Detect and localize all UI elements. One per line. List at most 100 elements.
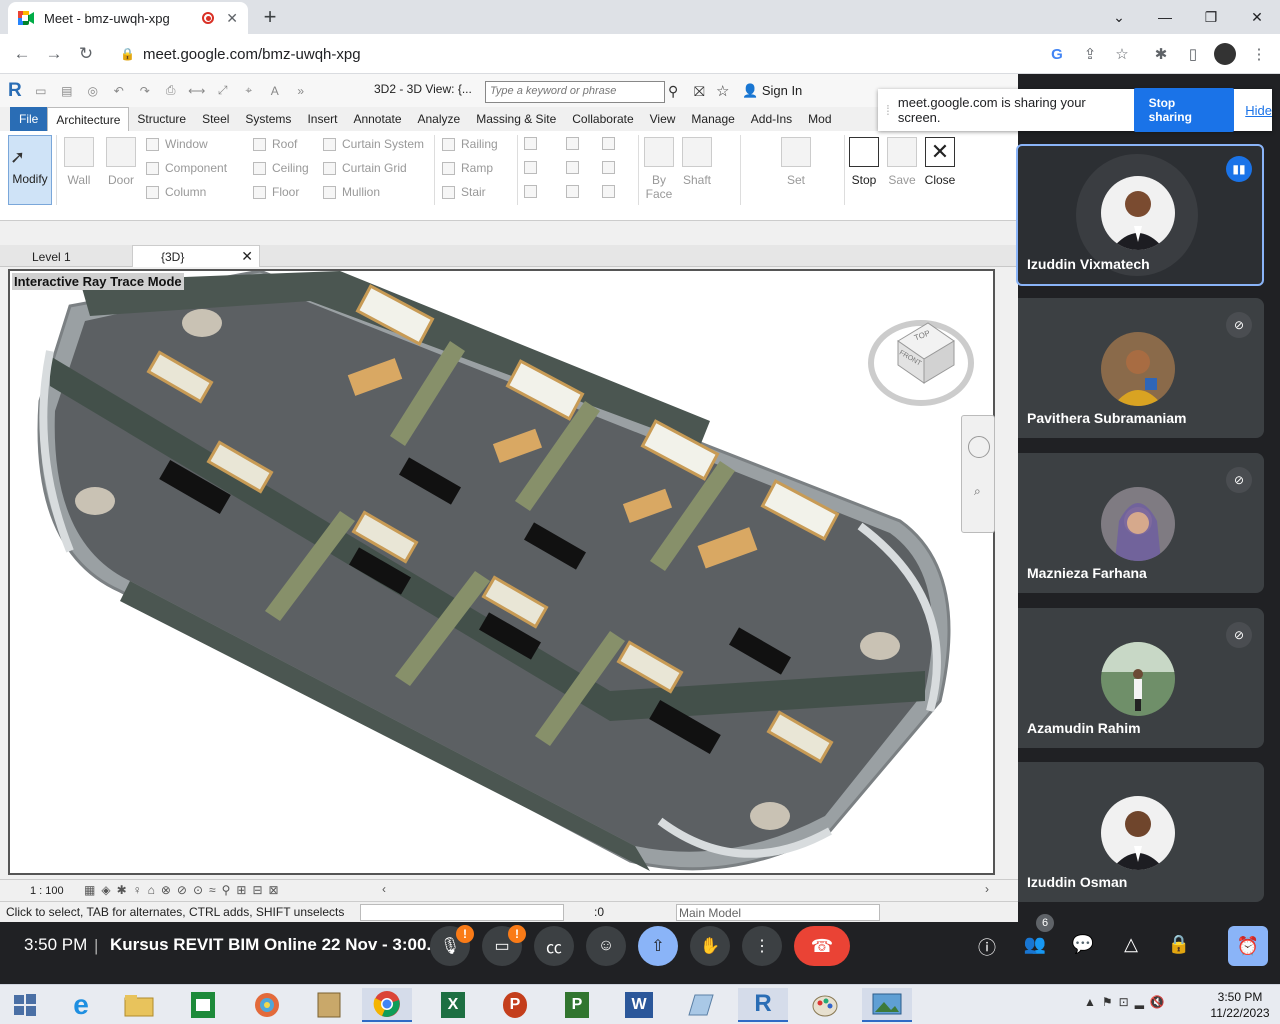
file-explorer-icon[interactable]	[114, 988, 164, 1022]
browser-tab[interactable]: Meet - bmz-uwqh-xpg ✕	[8, 2, 248, 34]
workset-dropdown[interactable]	[360, 904, 564, 921]
dimension-icon[interactable]: ⤢	[214, 82, 232, 100]
tag-area-button[interactable]	[602, 185, 621, 198]
print-icon[interactable]: ⎙	[162, 82, 180, 100]
more-icon[interactable]: »	[292, 82, 310, 100]
new-tab-button[interactable]: +	[258, 4, 282, 30]
raise-hand-button[interactable]: ✋	[690, 926, 730, 966]
component-button[interactable]: Component	[146, 161, 227, 175]
stop-button[interactable]: Stop	[846, 137, 882, 187]
bookmark-star-icon[interactable]: ☆	[1111, 43, 1133, 65]
side-panel-icon[interactable]: ▯	[1182, 43, 1204, 65]
3d-viewport[interactable]: Interactive Ray Trace Mode TOP FRONT	[8, 269, 995, 875]
undo-icon[interactable]: ↶	[110, 82, 128, 100]
people-icon[interactable]: 👥	[1022, 934, 1048, 955]
model-group-button[interactable]	[524, 185, 543, 198]
scroll-right-icon[interactable]: ›	[985, 882, 989, 896]
project-icon[interactable]: P	[552, 988, 602, 1022]
profile-avatar[interactable]	[1214, 43, 1236, 65]
ramp-button[interactable]: Ramp	[442, 161, 493, 175]
more-options-button[interactable]: ⋮	[742, 926, 782, 966]
wall-button[interactable]: Wall	[62, 137, 96, 187]
view-scale[interactable]: 1 : 100	[30, 885, 64, 897]
hide-banner-link[interactable]: Hide	[1245, 103, 1272, 118]
navigation-bar[interactable]: ⌕	[961, 415, 995, 533]
activities-icon[interactable]: △	[1118, 934, 1144, 955]
participant-tile[interactable]: ⊘ Maznieza Farhana	[1018, 453, 1264, 593]
participant-tile[interactable]: Izuddin Osman	[1018, 762, 1264, 902]
sheets-app-icon[interactable]	[178, 988, 228, 1022]
internet-explorer-icon[interactable]: e	[56, 988, 106, 1022]
binoculars-icon[interactable]: ⚲	[668, 83, 678, 100]
system-clock[interactable]: 3:50 PM 11/22/2023	[1206, 989, 1274, 1021]
close-view-icon[interactable]: ✕	[241, 248, 253, 265]
captions-button[interactable]: ㏄	[534, 926, 574, 966]
help-search-input[interactable]: Type a keyword or phrase	[485, 81, 665, 103]
subscription-icon[interactable]: ⛝	[694, 83, 705, 100]
roof-button[interactable]: Roof	[253, 137, 297, 151]
area-boundary-button[interactable]	[602, 161, 621, 174]
tab-add-ins[interactable]: Add-Ins	[743, 107, 800, 131]
system-tray-icons[interactable]: ▲⚑⊡▂🔇	[1084, 995, 1171, 1009]
participant-tile[interactable]: ⊘ Azamudin Rahim	[1018, 608, 1264, 748]
measure-icon[interactable]: ⟷	[188, 82, 206, 100]
archive-app-icon[interactable]	[304, 988, 354, 1022]
redo-icon[interactable]: ↷	[136, 82, 154, 100]
tab-architecture[interactable]: Architecture	[47, 107, 130, 131]
chrome-icon[interactable]	[362, 988, 412, 1022]
meeting-info-icon[interactable]: ⓘ	[974, 934, 1000, 960]
tab-search-icon[interactable]: ⌄	[1096, 0, 1142, 34]
area-button[interactable]	[566, 185, 585, 198]
tab-massing-site[interactable]: Massing & Site	[468, 107, 564, 131]
tab-manage[interactable]: Manage	[683, 107, 742, 131]
railing-button[interactable]: Railing	[442, 137, 498, 151]
column-button[interactable]: Column	[146, 185, 206, 199]
open-icon[interactable]: ▭	[32, 82, 50, 100]
google-icon[interactable]: G	[1046, 43, 1068, 65]
by-face-button[interactable]: By Face	[642, 137, 676, 201]
color-app-icon[interactable]	[242, 988, 292, 1022]
tag-icon[interactable]: ⌖	[240, 82, 258, 100]
curtain-system-button[interactable]: Curtain System	[323, 137, 424, 151]
door-button[interactable]: Door	[104, 137, 138, 187]
design-option-dropdown[interactable]: Main Model	[676, 904, 880, 921]
tag-room-button[interactable]	[602, 137, 621, 150]
scroll-left-icon[interactable]: ‹	[382, 882, 386, 896]
ceiling-button[interactable]: Ceiling	[253, 161, 309, 175]
tab-modify[interactable]: Mod	[800, 107, 839, 131]
restore-icon[interactable]: ❐	[1188, 0, 1234, 34]
revit-logo-icon[interactable]: R	[8, 80, 22, 102]
tab-analyze[interactable]: Analyze	[410, 107, 469, 131]
timer-alarm-button[interactable]: ⏰	[1228, 926, 1268, 966]
notes-app-icon[interactable]	[676, 988, 726, 1022]
minimize-icon[interactable]: —	[1142, 0, 1188, 34]
close-button[interactable]: ✕ Close	[922, 137, 958, 187]
share-page-icon[interactable]: ⇪	[1079, 43, 1101, 65]
modify-button[interactable]: Modify	[8, 135, 52, 205]
floor-button[interactable]: Floor	[253, 185, 299, 199]
menu-dots-icon[interactable]: ⋮	[1248, 43, 1270, 65]
window-button[interactable]: Window	[146, 137, 208, 151]
tab-annotate[interactable]: Annotate	[345, 107, 409, 131]
photos-icon[interactable]	[862, 988, 912, 1022]
view-control-icons[interactable]: ▦◈✱♀⌂⊗⊘⊙≈⚲⊞⊟⊠	[84, 883, 285, 897]
tab-insert[interactable]: Insert	[299, 107, 345, 131]
excel-icon[interactable]: X	[428, 988, 478, 1022]
room-button[interactable]	[566, 137, 585, 150]
close-tab-icon[interactable]: ✕	[226, 10, 238, 27]
steering-wheel-icon[interactable]	[968, 436, 990, 458]
paint-icon[interactable]	[800, 988, 850, 1022]
curtain-grid-button[interactable]: Curtain Grid	[323, 161, 407, 175]
save-button[interactable]: Save	[884, 137, 920, 187]
shaft-button[interactable]: Shaft	[680, 137, 714, 187]
zoom-icon[interactable]: ⌕	[974, 484, 981, 499]
tab-file[interactable]: File	[10, 107, 48, 131]
reload-icon[interactable]: ↻	[74, 42, 98, 66]
word-icon[interactable]: W	[614, 988, 664, 1022]
favorites-star-icon[interactable]: ☆	[716, 82, 729, 100]
tab-systems[interactable]: Systems	[237, 107, 299, 131]
room-separator-button[interactable]	[566, 161, 585, 174]
start-icon[interactable]	[0, 988, 50, 1022]
sync-icon[interactable]: ◎	[84, 82, 102, 100]
stop-sharing-button[interactable]: Stop sharing	[1133, 88, 1235, 132]
